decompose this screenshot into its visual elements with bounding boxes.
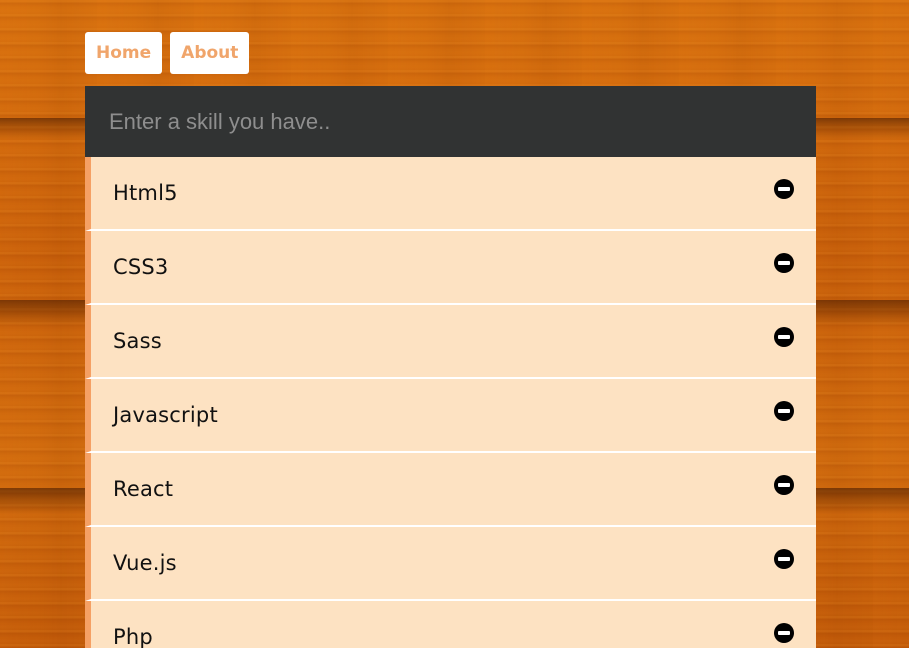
remove-circle-icon[interactable] [774, 179, 794, 199]
nav-home-button[interactable]: Home [85, 32, 163, 74]
skill-item-react: React [85, 453, 816, 527]
skill-label: CSS3 [113, 255, 169, 279]
top-nav: Home About [85, 32, 250, 74]
skill-input[interactable] [107, 107, 791, 136]
remove-circle-icon[interactable] [774, 623, 794, 643]
skill-list: Html5 CSS3 Sass Javascript React Vue.js … [85, 157, 816, 648]
remove-circle-icon[interactable] [774, 327, 794, 347]
skill-label: Php [113, 625, 153, 648]
skill-label: React [113, 477, 174, 501]
skill-item-javascript: Javascript [85, 379, 816, 453]
skill-item-css3: CSS3 [85, 231, 816, 305]
skill-label: Html5 [113, 181, 178, 205]
skill-input-bar [85, 86, 816, 157]
nav-about-button[interactable]: About [170, 32, 250, 74]
skill-label: Sass [113, 329, 162, 353]
skill-item-html5: Html5 [85, 157, 816, 231]
skill-label: Javascript [113, 403, 218, 427]
skill-item-php: Php [85, 601, 816, 648]
skills-panel: Html5 CSS3 Sass Javascript React Vue.js … [85, 86, 816, 648]
skill-item-sass: Sass [85, 305, 816, 379]
remove-circle-icon[interactable] [774, 401, 794, 421]
remove-circle-icon[interactable] [774, 253, 794, 273]
remove-circle-icon[interactable] [774, 549, 794, 569]
skill-item-vuejs: Vue.js [85, 527, 816, 601]
remove-circle-icon[interactable] [774, 475, 794, 495]
skill-label: Vue.js [113, 551, 177, 575]
